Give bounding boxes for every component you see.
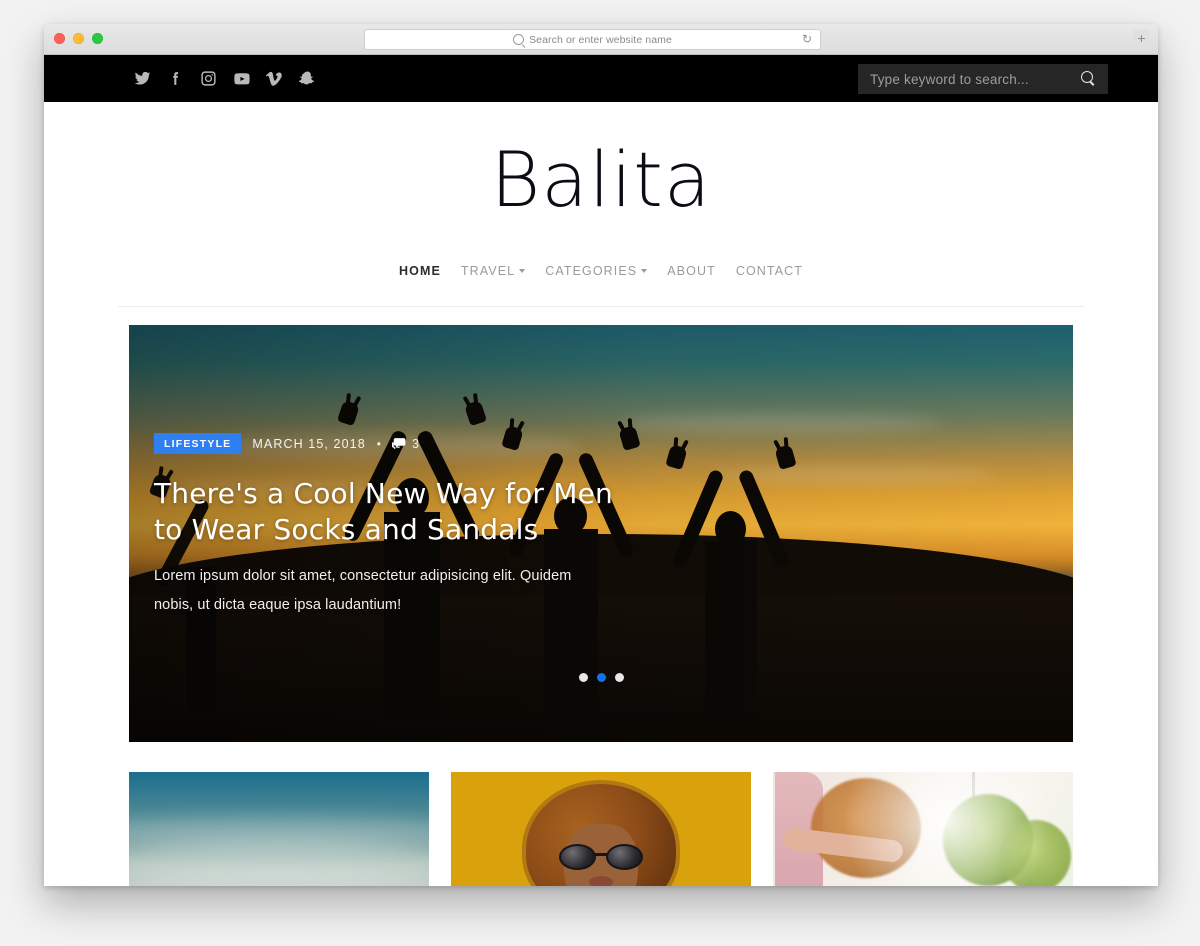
post-card-outdoor[interactable]	[773, 772, 1073, 886]
snapchat-icon[interactable]	[298, 69, 317, 88]
facebook-icon[interactable]	[166, 69, 185, 88]
address-bar-placeholder: Search or enter website name	[529, 33, 672, 46]
website-viewport: Type keyword to search... Balita HOME TR…	[44, 55, 1158, 886]
site-logo[interactable]: Balita	[44, 142, 1158, 218]
site-search-box[interactable]: Type keyword to search...	[858, 64, 1108, 94]
window-close-button[interactable]	[54, 33, 65, 44]
nav-item-about[interactable]: ABOUT	[657, 264, 726, 278]
reload-icon[interactable]: ↻	[802, 33, 812, 46]
traffic-lights	[54, 33, 103, 44]
slider-dot-1[interactable]	[578, 673, 588, 682]
post-card-grid	[129, 772, 1073, 886]
main-navigation: HOME TRAVEL CATEGORIES ABOUT CONTACT	[44, 264, 1158, 278]
new-tab-button[interactable]: +	[1133, 30, 1150, 47]
post-card-image	[773, 772, 1073, 886]
hero-excerpt: Lorem ipsum dolor sit amet, consectetur …	[154, 567, 572, 613]
hero-slider[interactable]: LIFESTYLE MARCH 15, 2018 • 3 There's a C…	[129, 325, 1073, 742]
chevron-down-icon	[519, 269, 526, 273]
hero-content: LIFESTYLE MARCH 15, 2018 • 3 There's a C…	[154, 433, 624, 620]
search-icon[interactable]	[1078, 70, 1096, 88]
nav-item-categories[interactable]: CATEGORIES	[535, 264, 657, 278]
slider-pagination	[129, 673, 1073, 682]
meta-separator: •	[376, 436, 381, 451]
youtube-icon[interactable]	[232, 69, 251, 88]
portrait-lips	[589, 876, 613, 886]
browser-window: Search or enter website name ↻ + Type ke…	[44, 24, 1158, 886]
address-bar[interactable]: Search or enter website name ↻	[364, 29, 821, 50]
status-badge[interactable]: LIFESTYLE	[154, 433, 242, 454]
vimeo-icon[interactable]	[265, 69, 284, 88]
instagram-icon[interactable]	[199, 69, 218, 88]
header-divider	[118, 306, 1084, 307]
comment-count[interactable]: 3	[391, 436, 419, 451]
slider-dot-2[interactable]	[596, 673, 606, 682]
nav-item-contact[interactable]: CONTACT	[726, 264, 813, 278]
outdoor-sun-glare	[773, 772, 1073, 886]
slider-dot-3[interactable]	[614, 673, 624, 682]
comment-count-value: 3	[411, 436, 419, 451]
post-card-image	[129, 772, 429, 886]
chevron-down-icon	[641, 269, 648, 273]
site-header: Balita HOME TRAVEL CATEGORIES ABOUT CONT…	[44, 102, 1158, 307]
window-minimize-button[interactable]	[73, 33, 84, 44]
twitter-icon[interactable]	[133, 69, 152, 88]
address-bar-content: Search or enter website name	[513, 34, 672, 46]
window-zoom-button[interactable]	[92, 33, 103, 44]
hero-date: MARCH 15, 2018	[252, 436, 366, 451]
hero-meta: LIFESTYLE MARCH 15, 2018 • 3	[154, 433, 624, 454]
nav-label: CONTACT	[735, 264, 803, 278]
nav-label: HOME	[399, 264, 441, 278]
search-icon	[513, 34, 525, 45]
hero-title[interactable]: There's a Cool New Way for Men to Wear S…	[154, 476, 624, 548]
nav-item-home[interactable]: HOME	[389, 264, 451, 278]
site-topbar: Type keyword to search...	[44, 55, 1158, 102]
nav-label: CATEGORIES	[545, 264, 638, 278]
social-links	[133, 69, 317, 88]
nav-label: TRAVEL	[460, 264, 516, 278]
portrait-sunglasses	[559, 844, 643, 870]
search-input[interactable]: Type keyword to search...	[870, 72, 1078, 87]
nav-item-travel[interactable]: TRAVEL	[451, 264, 535, 278]
post-card-portrait[interactable]	[451, 772, 751, 886]
comment-icon	[391, 437, 406, 451]
post-card-sky[interactable]	[129, 772, 429, 886]
nav-label: ABOUT	[667, 264, 716, 278]
browser-chrome: Search or enter website name ↻ +	[44, 24, 1158, 55]
post-card-image	[451, 772, 751, 886]
